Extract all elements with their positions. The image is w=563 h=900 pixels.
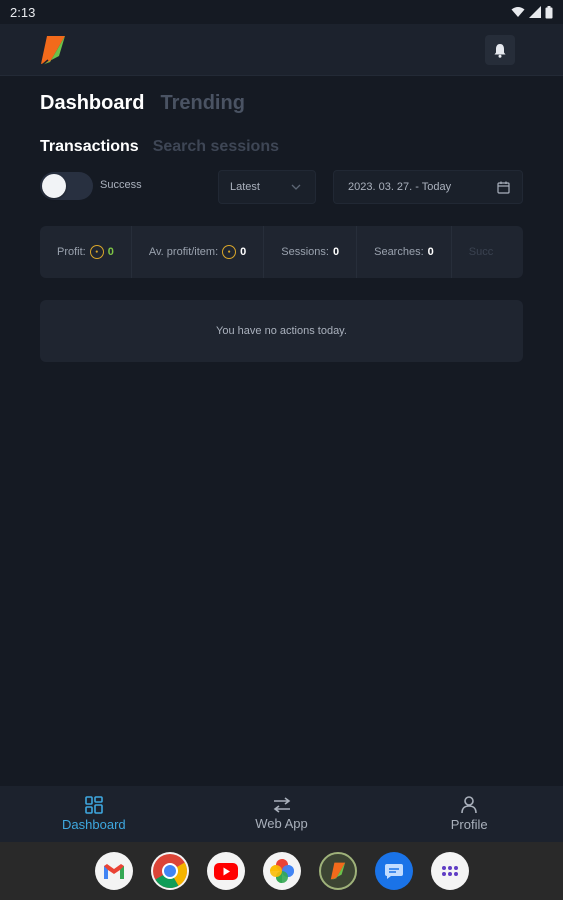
gmail-icon[interactable] <box>94 852 133 890</box>
app-logo[interactable] <box>38 34 68 66</box>
stat-searches-label: Searches: <box>374 246 424 258</box>
success-toggle[interactable] <box>40 172 93 200</box>
coin-icon: ● <box>222 245 237 259</box>
stat-profit-value: 0 <box>107 246 114 258</box>
date-range-picker[interactable]: 2023. 03. 27. - Today <box>333 170 523 204</box>
chevron-down-icon <box>291 184 301 190</box>
signal-icon <box>529 6 541 18</box>
stat-sessions-label: Sessions: <box>281 246 329 258</box>
nav-dashboard[interactable]: Dashboard <box>0 786 188 842</box>
stat-avg-label: Av. profit/item: <box>148 246 219 258</box>
stat-searches: Searches: 0 <box>357 226 452 278</box>
bottom-nav: Dashboard Web App Profile <box>0 786 563 842</box>
wifi-icon <box>511 7 525 17</box>
tab-trending[interactable]: Trending <box>160 92 244 115</box>
stat-avg-profit: Av. profit/item: ● 0 <box>132 226 265 278</box>
status-bar: 2:13 <box>0 0 563 24</box>
sub-tabs: Transactions Search sessions <box>40 138 279 156</box>
stat-success: Succ <box>452 226 510 278</box>
app-drawer-icon[interactable] <box>430 852 469 890</box>
nav-dashboard-label: Dashboard <box>62 817 126 832</box>
nav-profile[interactable]: Profile <box>375 786 563 842</box>
youtube-icon[interactable] <box>206 852 245 890</box>
date-range-value: 2023. 03. 27. - Today <box>348 181 452 193</box>
sort-select[interactable]: Latest <box>218 170 316 204</box>
grid-icon <box>85 796 103 814</box>
stats-card[interactable]: Profit: ● 0 Av. profit/item: ● 0 Session… <box>40 226 523 278</box>
empty-state-message: You have no actions today. <box>216 325 347 337</box>
status-icons <box>511 5 553 19</box>
tab-search-sessions[interactable]: Search sessions <box>153 138 279 156</box>
messages-icon[interactable] <box>374 852 413 890</box>
nav-web-app-label: Web App <box>255 816 308 831</box>
nav-profile-label: Profile <box>450 817 488 832</box>
stat-success-label: Succ <box>468 246 494 258</box>
stat-sessions-value: 0 <box>332 246 340 258</box>
success-toggle-label: Success <box>100 179 142 191</box>
person-icon <box>461 796 477 814</box>
arrows-swap-icon <box>273 797 290 813</box>
stat-profit-label: Profit: <box>57 246 86 258</box>
bell-icon <box>494 43 506 58</box>
android-dock <box>0 842 563 900</box>
chrome-icon[interactable] <box>150 852 189 890</box>
tab-transactions[interactable]: Transactions <box>40 138 139 156</box>
stat-searches-value: 0 <box>427 246 434 258</box>
calendar-icon <box>497 181 510 194</box>
status-time: 2:13 <box>10 4 36 20</box>
stat-sessions: Sessions: 0 <box>264 226 358 278</box>
stat-avg-value: 0 <box>240 246 247 258</box>
tab-dashboard[interactable]: Dashboard <box>40 92 144 115</box>
app-logo[interactable] <box>318 852 357 890</box>
stat-profit: Profit: ● 0 <box>40 226 132 278</box>
toggle-knob <box>42 174 66 198</box>
coin-icon: ● <box>89 245 104 259</box>
main-tabs: Dashboard Trending <box>40 92 245 115</box>
filter-row: Success Latest 2023. 03. 27. - Today <box>40 170 523 204</box>
photos-icon[interactable] <box>262 852 301 890</box>
battery-icon <box>545 5 553 18</box>
nav-web-app[interactable]: Web App <box>188 786 376 842</box>
empty-state-card: You have no actions today. <box>40 300 523 362</box>
notifications-button[interactable] <box>485 35 515 65</box>
sort-select-value: Latest <box>230 181 260 193</box>
app-bar <box>0 24 563 76</box>
